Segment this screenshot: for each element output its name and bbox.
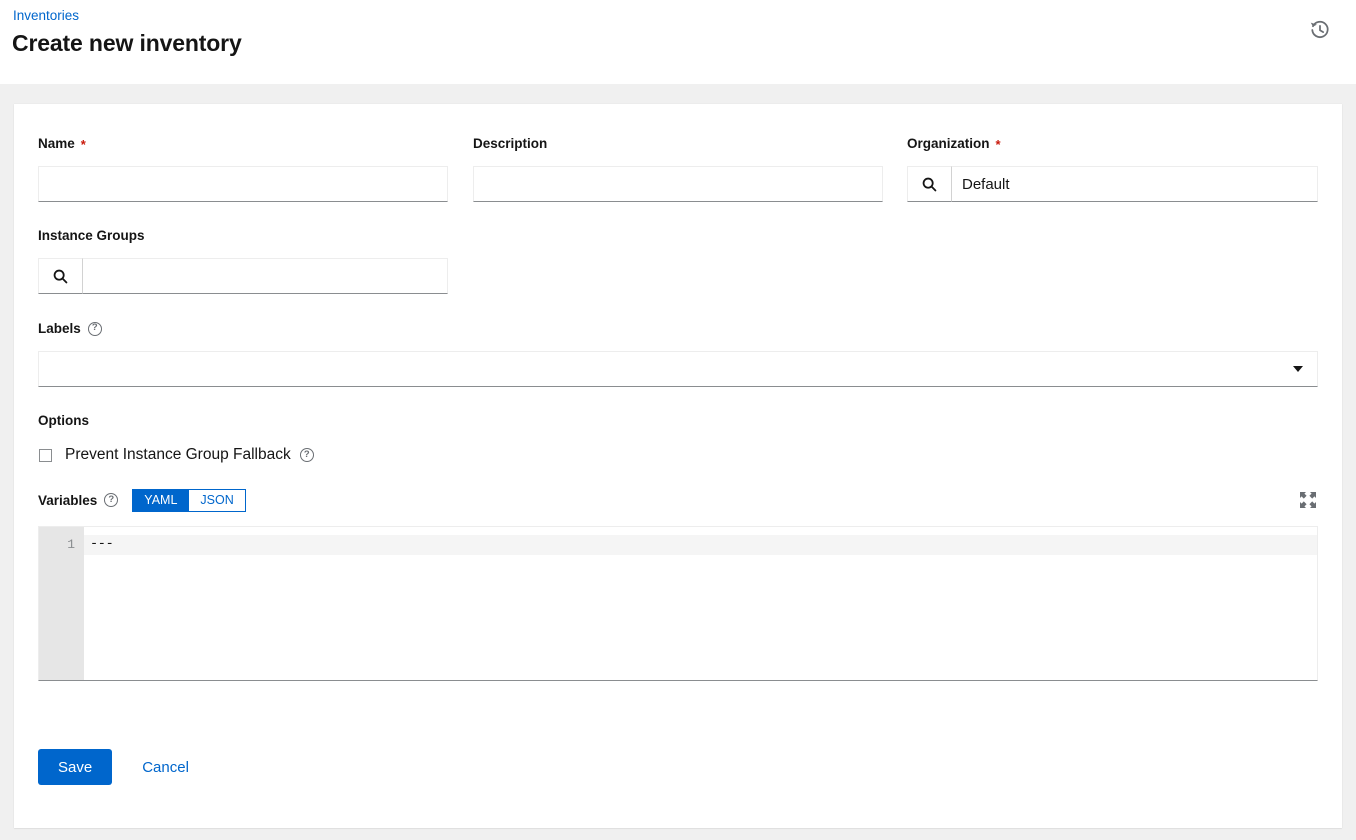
history-icon[interactable] <box>1309 19 1331 41</box>
instance-groups-label-text: Instance Groups <box>38 227 145 244</box>
line-number: 1 <box>39 535 75 555</box>
page-title: Create new inventory <box>12 28 242 58</box>
instance-groups-search-icon[interactable] <box>38 258 83 294</box>
organization-input-group <box>907 166 1318 202</box>
variables-code-editor[interactable]: 1 --- <box>38 526 1318 681</box>
chevron-down-icon <box>1293 366 1303 372</box>
description-input[interactable] <box>473 166 883 202</box>
organization-required-marker: * <box>996 140 1001 150</box>
toggle-json[interactable]: JSON <box>188 489 245 512</box>
variables-section: Variables ? YAML JSON <box>38 488 1318 681</box>
prevent-fallback-row: Prevent Instance Group Fallback ? <box>38 445 738 465</box>
form-card: Name * Description Organization * <box>14 104 1342 828</box>
instance-groups-label: Instance Groups <box>38 227 448 244</box>
prevent-fallback-checkbox[interactable] <box>39 449 52 462</box>
field-instance-groups: Instance Groups <box>38 227 448 294</box>
name-required-marker: * <box>81 140 86 150</box>
labels-select[interactable] <box>38 351 1318 387</box>
variables-label: Variables ? <box>38 493 118 508</box>
description-label-text: Description <box>473 135 547 152</box>
labels-label-text: Labels <box>38 320 81 337</box>
variables-mode-toggle: YAML JSON <box>132 489 245 512</box>
expand-arrows-icon[interactable] <box>1298 490 1318 510</box>
options-label-text: Options <box>38 412 89 429</box>
variables-help-icon[interactable]: ? <box>104 493 118 507</box>
options-section: Options Prevent Instance Group Fallback … <box>38 412 738 465</box>
organization-label: Organization * <box>907 135 1318 152</box>
name-label: Name * <box>38 135 448 152</box>
name-label-text: Name <box>38 135 75 152</box>
field-organization: Organization * <box>907 135 1318 202</box>
page-header: Inventories Create new inventory <box>0 0 1356 84</box>
toggle-yaml[interactable]: YAML <box>132 489 188 512</box>
organization-search-icon[interactable] <box>907 166 952 202</box>
variables-label-text: Variables <box>38 493 97 508</box>
prevent-fallback-help-glyph: ? <box>304 450 310 460</box>
form-actions: Save Cancel <box>38 749 197 785</box>
organization-input[interactable] <box>952 166 1318 202</box>
field-labels: Labels ? <box>38 320 1318 387</box>
editor-content-area[interactable]: --- <box>84 527 1317 680</box>
description-label: Description <box>473 135 883 152</box>
field-description: Description <box>473 135 883 202</box>
save-button[interactable]: Save <box>38 749 112 785</box>
editor-line-numbers: 1 <box>39 527 84 680</box>
field-name: Name * <box>38 135 448 202</box>
cancel-button[interactable]: Cancel <box>134 749 197 785</box>
options-label: Options <box>38 412 738 429</box>
editor-line-1: --- <box>84 535 1317 555</box>
name-input[interactable] <box>38 166 448 202</box>
prevent-fallback-help-icon[interactable]: ? <box>300 448 314 462</box>
breadcrumb-inventories[interactable]: Inventories <box>13 7 79 24</box>
prevent-fallback-label[interactable]: Prevent Instance Group Fallback <box>65 445 291 465</box>
variables-help-glyph: ? <box>108 495 114 505</box>
organization-label-text: Organization <box>907 135 990 152</box>
instance-groups-input[interactable] <box>83 258 448 294</box>
variables-header: Variables ? YAML JSON <box>38 488 1318 512</box>
labels-help-glyph: ? <box>92 323 98 333</box>
labels-label: Labels ? <box>38 320 1318 337</box>
instance-groups-input-group <box>38 258 448 294</box>
labels-help-icon[interactable]: ? <box>88 322 102 336</box>
